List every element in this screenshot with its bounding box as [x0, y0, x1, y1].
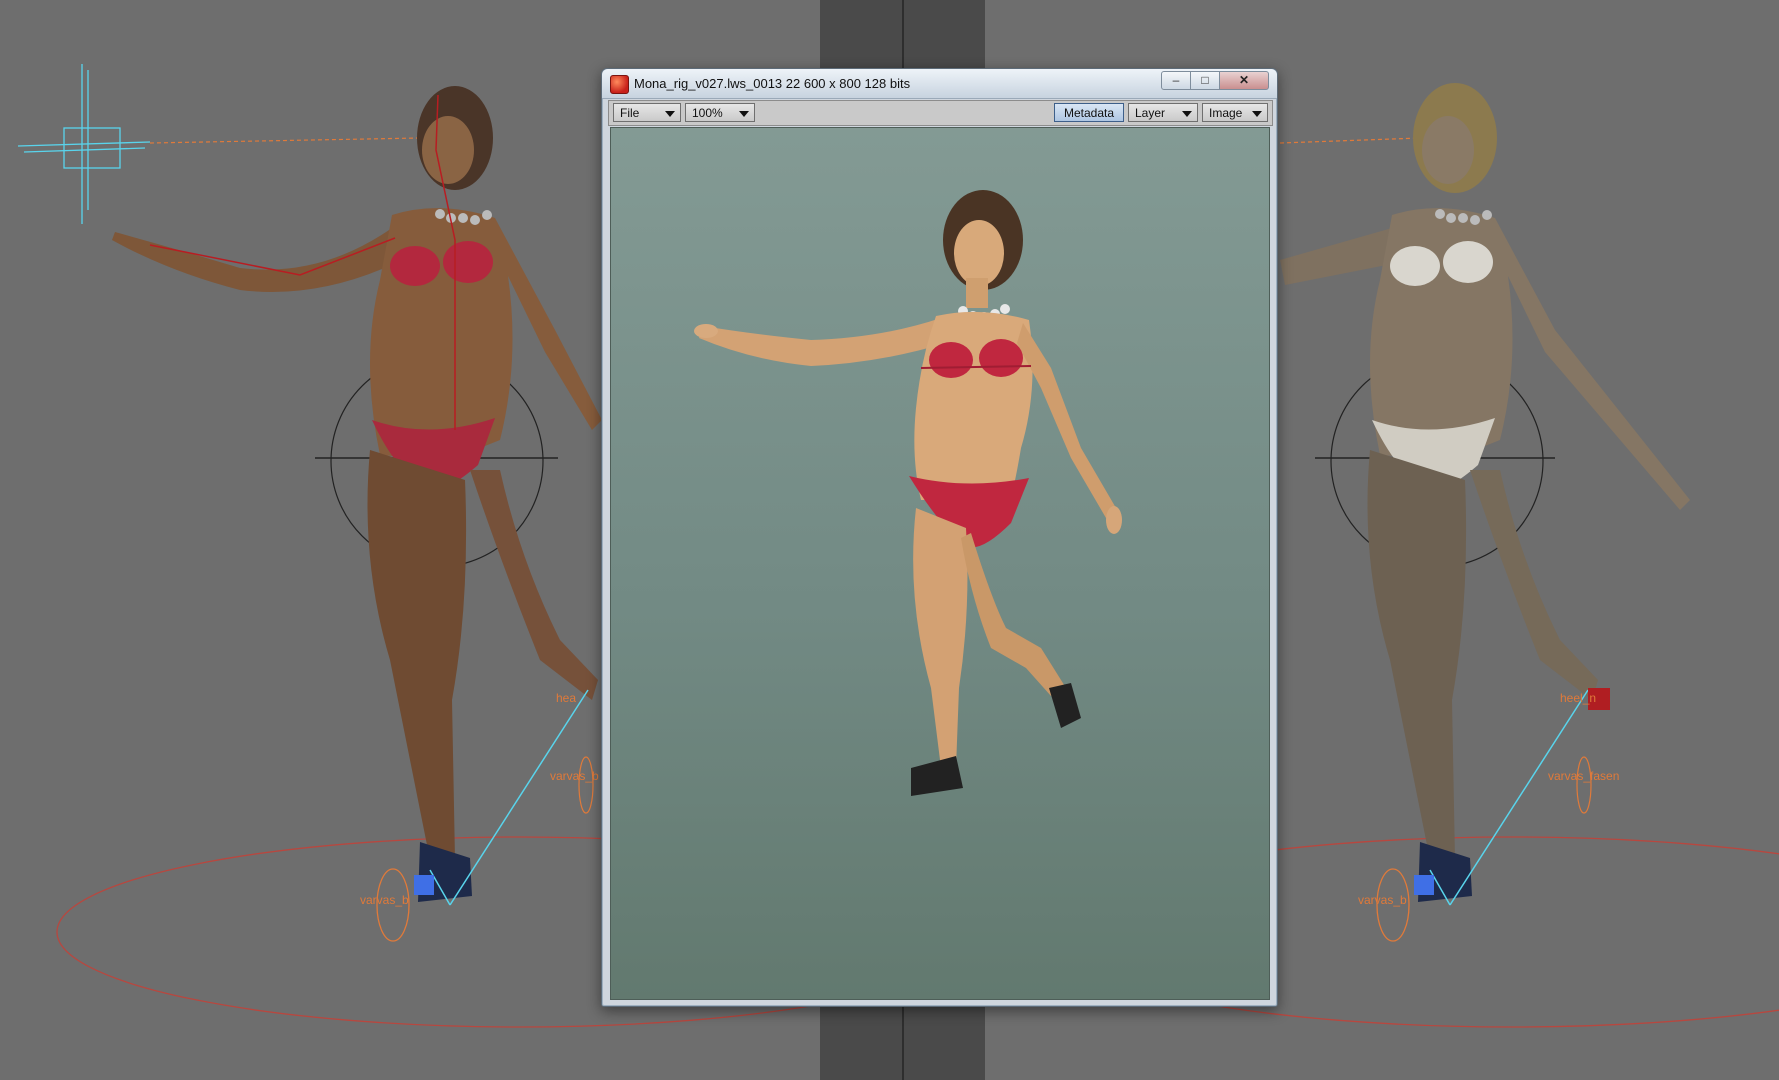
file-dropdown-label: File	[620, 106, 640, 120]
metadata-button[interactable]: Metadata	[1054, 103, 1124, 122]
chevron-down-icon	[1182, 111, 1192, 117]
lightwave-app-icon	[610, 75, 629, 94]
window-title: Mona_rig_v027.lws_0013 22 600 x 800 128 …	[634, 76, 911, 91]
aim-line-left	[149, 137, 421, 144]
rig-label: varvas_b	[1358, 893, 1407, 907]
maximize-button[interactable]: □	[1190, 71, 1220, 90]
zoom-dropdown-label: 100%	[692, 106, 723, 120]
chevron-down-icon	[665, 111, 675, 117]
heel-control-right	[1576, 756, 1592, 814]
chevron-down-icon	[739, 111, 749, 117]
rig-label: hea	[556, 691, 576, 705]
rig-label: heel_n	[1560, 691, 1596, 705]
layer-dropdown[interactable]: Layer	[1128, 103, 1198, 122]
render-window[interactable]: Mona_rig_v027.lws_0013 22 600 x 800 128 …	[601, 68, 1278, 1007]
image-dropdown[interactable]: Image	[1202, 103, 1268, 122]
heel-control-left	[578, 756, 594, 814]
zoom-dropdown[interactable]: 100%	[685, 103, 755, 122]
layer-dropdown-label: Layer	[1135, 106, 1166, 120]
chevron-down-icon	[1252, 111, 1262, 117]
minimize-button[interactable]: –	[1161, 71, 1191, 90]
file-dropdown[interactable]: File	[613, 103, 681, 122]
rig-label: varvas_b	[550, 769, 599, 783]
rig-label: varvas_fasen	[1548, 769, 1619, 783]
foot-marker-left	[414, 875, 434, 895]
rigged-figure-left	[112, 86, 602, 902]
target-crosshair-icon	[17, 64, 151, 224]
rendered-figure	[694, 190, 1122, 796]
render-window-titlebar[interactable]: Mona_rig_v027.lws_0013 22 600 x 800 128 …	[602, 69, 1277, 99]
render-canvas[interactable]	[610, 127, 1270, 1000]
close-button[interactable]: ✕	[1219, 71, 1269, 90]
rigged-figure-right	[1280, 83, 1690, 902]
foot-marker-right	[1414, 875, 1434, 895]
render-toolbar: File 100% Metadata Layer Image	[608, 100, 1273, 126]
image-dropdown-label: Image	[1209, 106, 1243, 120]
aim-line-right	[1279, 137, 1421, 144]
rig-label: varvas_b	[360, 893, 409, 907]
